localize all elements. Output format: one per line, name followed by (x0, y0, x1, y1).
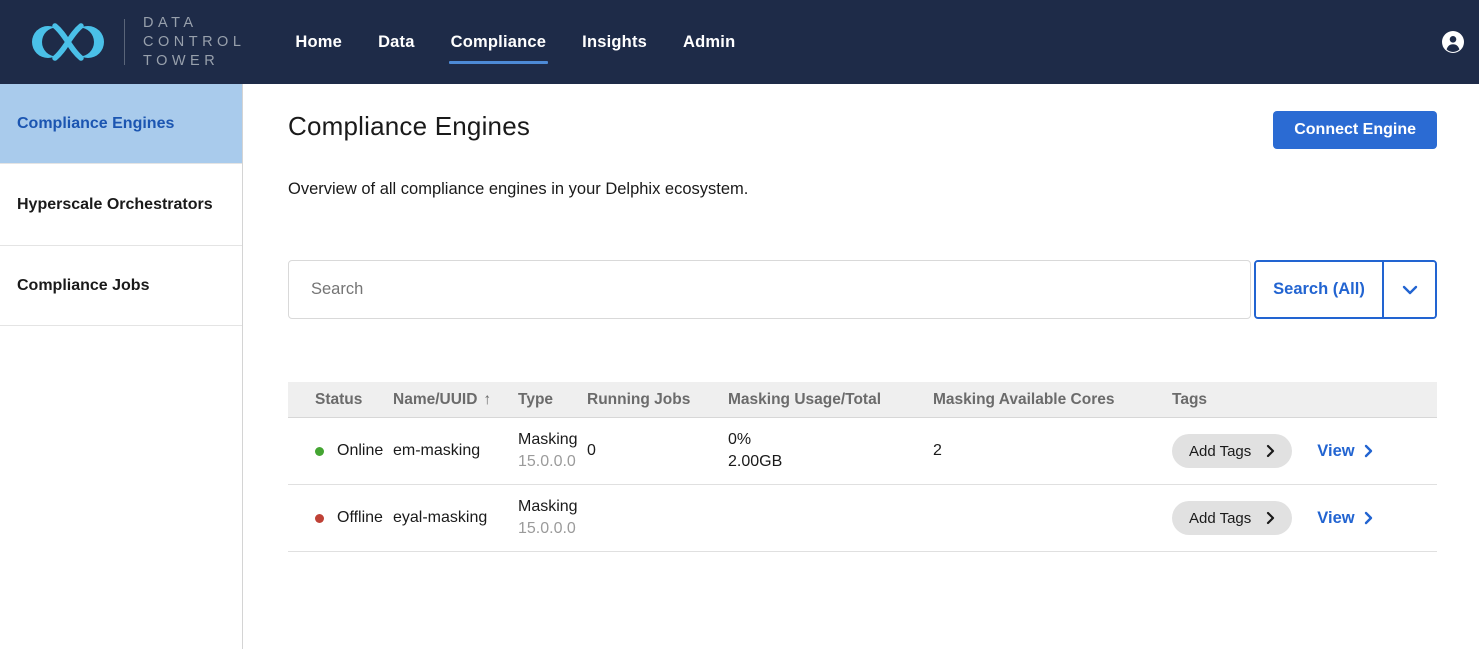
wordmark-line-1: DATA (143, 14, 245, 33)
usage-percent: 0% (728, 429, 933, 451)
wordmark-line-2: CONTROL (143, 33, 245, 52)
table-header-row: Status Name/UUID ↑ Type Running Jobs Mask… (288, 382, 1437, 418)
view-label: View (1317, 509, 1354, 528)
engines-table: Status Name/UUID ↑ Type Running Jobs Mask… (288, 382, 1437, 552)
chevron-right-icon (1364, 444, 1373, 458)
column-header-type[interactable]: Type (518, 391, 587, 409)
view-engine-link[interactable]: View (1317, 442, 1372, 461)
view-engine-link[interactable]: View (1317, 509, 1372, 528)
top-navbar: DATA CONTROL TOWER Home Data Compliance … (0, 0, 1479, 84)
engine-name: em-masking (393, 442, 518, 460)
add-tags-button[interactable]: Add Tags (1172, 434, 1292, 468)
search-scope-dropdown-button[interactable] (1384, 262, 1435, 317)
add-tags-button[interactable]: Add Tags (1172, 501, 1292, 535)
sidebar: Compliance Engines Hyperscale Orchestrat… (0, 84, 243, 649)
page-subtitle: Overview of all compliance engines in yo… (288, 180, 1437, 199)
search-input[interactable] (288, 260, 1251, 319)
engine-version: 15.0.0.0 (518, 451, 587, 473)
chevron-down-icon (1402, 285, 1418, 295)
running-jobs-value: 0 (587, 442, 728, 460)
wordmark-line-3: TOWER (143, 52, 245, 71)
status-text: Online (337, 442, 383, 460)
sidebar-item-compliance-jobs[interactable]: Compliance Jobs (0, 246, 242, 326)
available-cores-value: 2 (933, 442, 1172, 460)
main-content: Compliance Engines Connect Engine Overvi… (243, 84, 1479, 649)
nav-item-compliance[interactable]: Compliance (451, 25, 547, 60)
column-header-available-cores[interactable]: Masking Available Cores (933, 391, 1172, 409)
status-text: Offline (337, 509, 383, 527)
add-tags-label: Add Tags (1189, 510, 1251, 527)
engine-type-cell: Masking 15.0.0.0 (518, 429, 587, 473)
engine-type-cell: Masking 15.0.0.0 (518, 496, 587, 540)
column-header-tags[interactable]: Tags (1172, 391, 1437, 409)
engine-name: eyal-masking (393, 509, 518, 527)
table-row: Offline eyal-masking Masking 15.0.0.0 Ad… (288, 485, 1437, 552)
status-offline-dot (315, 514, 324, 523)
nav-item-data[interactable]: Data (378, 25, 415, 60)
nav-item-admin[interactable]: Admin (683, 25, 735, 60)
usage-total: 2.00GB (728, 451, 933, 473)
connect-engine-button[interactable]: Connect Engine (1273, 111, 1437, 149)
engine-type: Masking (518, 429, 587, 451)
column-header-name-uuid[interactable]: Name/UUID ↑ (393, 391, 518, 409)
user-avatar-icon (1441, 30, 1465, 54)
sidebar-item-hyperscale-orchestrators[interactable]: Hyperscale Orchestrators (0, 164, 242, 246)
nav-item-home[interactable]: Home (295, 25, 342, 60)
status-online-dot (315, 447, 324, 456)
delphix-infinity-icon (28, 15, 108, 69)
masking-usage-cell: 0% 2.00GB (728, 429, 933, 473)
sort-ascending-icon: ↑ (483, 391, 491, 408)
sidebar-item-compliance-engines[interactable]: Compliance Engines (0, 84, 242, 164)
account-menu-button[interactable] (1441, 30, 1465, 54)
chevron-right-icon (1266, 444, 1275, 458)
search-bar: Search (All) (288, 260, 1437, 319)
column-header-label: Name/UUID (393, 391, 477, 408)
chevron-right-icon (1364, 511, 1373, 525)
engine-version: 15.0.0.0 (518, 518, 587, 540)
view-label: View (1317, 442, 1354, 461)
column-header-running-jobs[interactable]: Running Jobs (587, 391, 728, 409)
add-tags-label: Add Tags (1189, 443, 1251, 460)
app-wordmark: DATA CONTROL TOWER (143, 14, 245, 71)
logo-divider (124, 19, 125, 65)
search-split-button: Search (All) (1254, 260, 1437, 319)
column-header-status[interactable]: Status (288, 391, 393, 409)
app-logo[interactable]: DATA CONTROL TOWER (0, 14, 245, 71)
engine-type: Masking (518, 496, 587, 518)
page-title: Compliance Engines (288, 111, 530, 142)
search-all-button[interactable]: Search (All) (1256, 262, 1384, 317)
table-row: Online em-masking Masking 15.0.0.0 0 0% … (288, 418, 1437, 485)
column-header-masking-usage[interactable]: Masking Usage/Total (728, 391, 933, 409)
chevron-right-icon (1266, 511, 1275, 525)
main-nav: Home Data Compliance Insights Admin (295, 25, 735, 60)
nav-item-insights[interactable]: Insights (582, 25, 647, 60)
